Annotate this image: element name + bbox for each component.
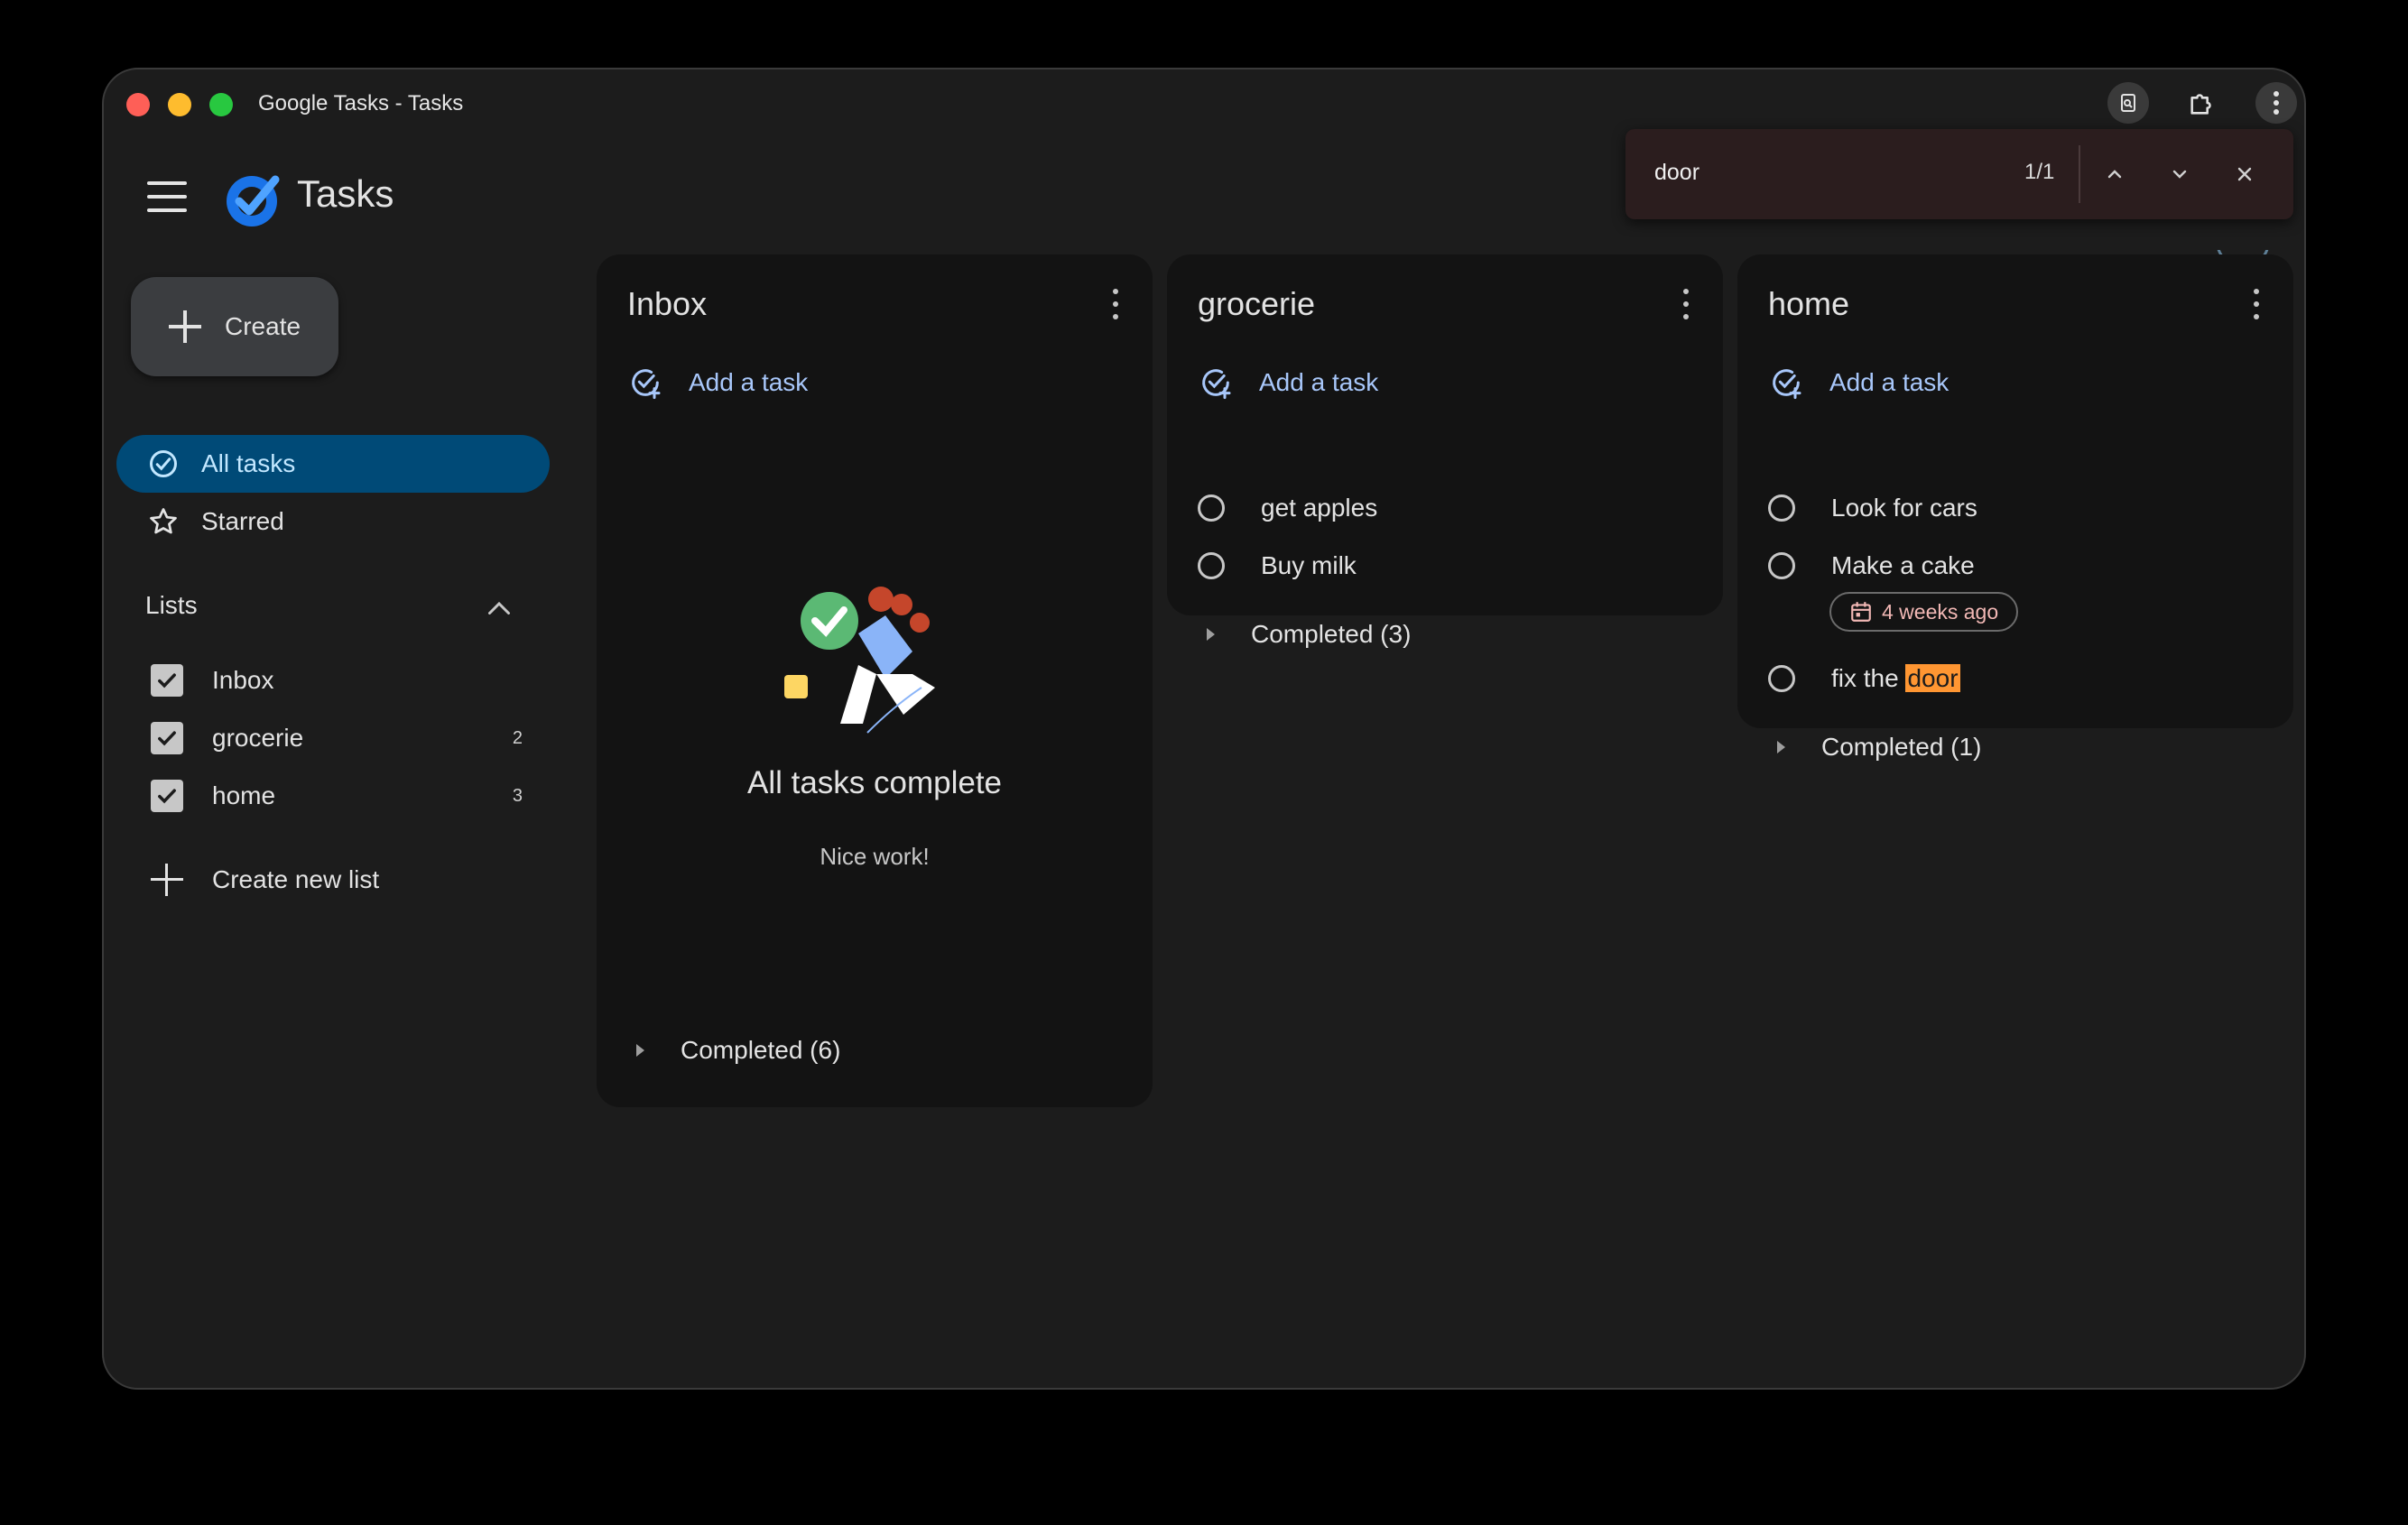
completed-toggle[interactable]: Completed (6)	[636, 1036, 840, 1065]
completed-toggle[interactable]: Completed (3)	[1207, 620, 1411, 649]
create-button-label: Create	[225, 312, 301, 340]
add-task-button[interactable]: Add a task	[1198, 365, 1378, 401]
all-done-illustration	[777, 579, 958, 742]
completed-label: Completed (6)	[681, 1036, 841, 1064]
checkbox-checked-icon[interactable]	[151, 664, 183, 697]
expand-triangle-icon	[1777, 741, 1785, 753]
add-task-icon	[1202, 369, 1231, 400]
lists-heading: Lists	[145, 591, 198, 619]
find-bar: door 1/1	[1625, 129, 2293, 219]
task-title[interactable]: Make a cake	[1831, 551, 1975, 580]
list-column-grocerie: grocerie Add a task get apples Buy milk …	[1167, 254, 1723, 648]
checkbox-checked-icon[interactable]	[151, 722, 183, 754]
star-icon	[145, 504, 181, 540]
more-options-icon[interactable]	[1681, 289, 1690, 319]
list-column-inbox: Inbox Add a task All tasks complete Nice…	[597, 254, 1153, 1107]
due-date-label: 4 weeks ago	[1882, 599, 1999, 624]
task-item: get apples	[1198, 494, 1377, 522]
add-task-label: Add a task	[1259, 368, 1379, 396]
plus-icon	[167, 309, 203, 345]
column-title: home	[1768, 285, 1850, 322]
find-input[interactable]: door	[1654, 160, 1699, 186]
empty-state-title: All tasks complete	[746, 765, 1003, 800]
list-item-home[interactable]: home 3	[151, 773, 523, 818]
task-title[interactable]: Look for cars	[1831, 494, 1977, 522]
create-new-list-label: Create new list	[212, 865, 380, 893]
check-circle-icon	[145, 446, 181, 482]
empty-state-subtitle: Nice work!	[820, 843, 930, 870]
task-title[interactable]: get apples	[1261, 494, 1377, 522]
more-options-icon[interactable]	[1111, 289, 1120, 319]
list-count: 3	[512, 785, 523, 806]
task-title[interactable]: Buy milk	[1261, 551, 1357, 580]
list-item-inbox[interactable]: Inbox	[151, 658, 512, 703]
more-options-icon[interactable]	[2252, 289, 2261, 319]
expand-triangle-icon	[636, 1044, 644, 1057]
calendar-icon	[1851, 602, 1871, 622]
create-button[interactable]: Create	[131, 277, 338, 376]
task-complete-circle[interactable]	[1198, 494, 1225, 522]
find-match-count: 1/1	[2024, 160, 2055, 184]
list-count: 2	[512, 727, 523, 748]
maximize-window-button[interactable]	[209, 93, 233, 116]
nav-starred-label: Starred	[201, 507, 284, 535]
completed-label: Completed (3)	[1251, 620, 1412, 648]
add-task-label: Add a task	[689, 368, 809, 396]
close-window-button[interactable]	[126, 93, 150, 116]
task-item: fix the door	[1768, 664, 1960, 693]
column-title: Inbox	[627, 285, 708, 322]
list-column-home: home Add a task Look for cars Make a cak…	[1737, 254, 2293, 761]
find-match-highlight: door	[1905, 664, 1960, 692]
task-complete-circle[interactable]	[1198, 552, 1225, 579]
completed-label: Completed (1)	[1821, 733, 1982, 761]
task-complete-circle[interactable]	[1768, 552, 1795, 579]
task-title[interactable]: fix the door	[1831, 664, 1960, 693]
checkbox-checked-icon[interactable]	[151, 780, 183, 812]
nav-all-tasks[interactable]: All tasks	[116, 435, 550, 493]
find-previous-icon[interactable]	[2095, 154, 2135, 194]
list-label: grocerie	[212, 724, 304, 752]
list-item-grocerie[interactable]: grocerie 2	[151, 716, 523, 761]
window-title: Google Tasks - Tasks	[258, 91, 464, 116]
title-bar: Google Tasks - Tasks	[104, 69, 2304, 138]
due-date-chip[interactable]: 4 weeks ago	[1829, 592, 2019, 632]
nav-starred[interactable]: Starred	[116, 493, 550, 550]
task-item: Look for cars	[1768, 494, 1977, 522]
add-task-label: Add a task	[1829, 368, 1950, 396]
list-label: home	[212, 781, 276, 809]
task-title-text: fix the	[1831, 664, 1906, 692]
find-next-icon[interactable]	[2160, 154, 2200, 194]
find-divider	[2079, 145, 2080, 203]
tasks-logo-icon	[221, 167, 286, 232]
add-task-button[interactable]: Add a task	[1768, 365, 1949, 401]
add-task-button[interactable]: Add a task	[627, 365, 808, 401]
extensions-puzzle-icon[interactable]	[2181, 82, 2223, 124]
chevron-up-icon[interactable]	[483, 593, 515, 625]
column-title: grocerie	[1198, 285, 1316, 322]
add-task-icon	[632, 369, 661, 400]
app-name: Tasks	[297, 172, 394, 215]
list-label: Inbox	[212, 666, 274, 694]
minimize-window-button[interactable]	[168, 93, 191, 116]
expand-triangle-icon	[1207, 628, 1215, 641]
plus-icon	[149, 862, 185, 898]
main-menu-icon[interactable]	[147, 181, 187, 212]
completed-toggle[interactable]: Completed (1)	[1777, 733, 1981, 762]
task-complete-circle[interactable]	[1768, 665, 1795, 692]
browser-window: Google Tasks - Tasks Tasks door 1/1 Crea…	[102, 68, 2306, 1390]
task-item: Buy milk	[1198, 551, 1357, 580]
find-in-page-icon[interactable]	[2107, 82, 2149, 124]
task-complete-circle[interactable]	[1768, 494, 1795, 522]
create-new-list-button[interactable]: Create new list	[149, 862, 379, 898]
task-item: Make a cake	[1768, 551, 1975, 580]
add-task-icon	[1773, 369, 1801, 400]
nav-all-tasks-label: All tasks	[201, 449, 296, 477]
browser-menu-icon[interactable]	[2255, 82, 2297, 124]
find-close-icon[interactable]	[2225, 154, 2264, 194]
